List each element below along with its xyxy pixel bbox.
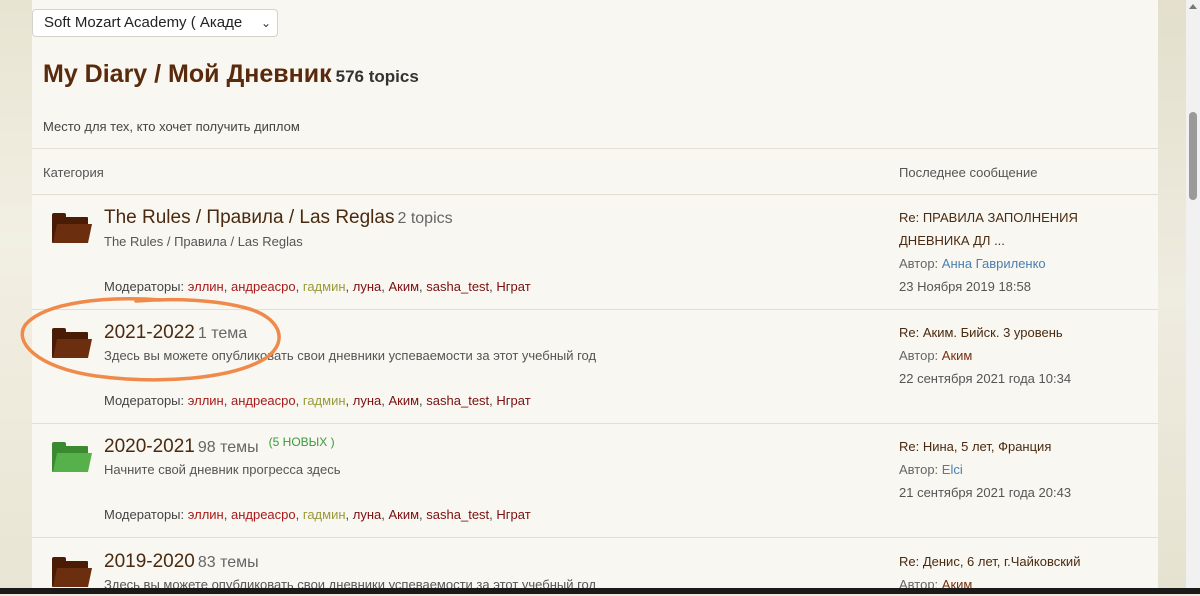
moderator-link[interactable]: луна xyxy=(353,507,382,522)
folder-new-icon xyxy=(52,442,93,472)
moderator-link[interactable]: Нграт xyxy=(496,507,530,522)
folder-icon xyxy=(52,557,93,587)
category-title[interactable]: 2021-2022 1 тема xyxy=(104,322,247,344)
page-background-left xyxy=(0,0,32,594)
moderators-line: Модераторы: эллин, андреасро, гадмин, лу… xyxy=(104,279,531,294)
new-topics-badge[interactable]: (5 НОВЫХ ) xyxy=(269,435,335,449)
bottom-edge-bar xyxy=(0,588,1200,594)
forum-jump-select[interactable]: Soft Mozart Academy ( Акаде ⌄ xyxy=(32,9,278,37)
category-description: Здесь вы можете опубликовать свои дневни… xyxy=(104,348,597,363)
last-post: Re: Нина, 5 лет, Франция Автор: Elci 21 … xyxy=(899,435,1099,504)
category-title[interactable]: 2020-2021 98 темы (5 НОВЫХ ) xyxy=(104,435,335,458)
page-background-right xyxy=(1158,0,1186,594)
category-topic-count: 1 тема xyxy=(197,325,248,342)
last-post: Re: Аким. Бийск. 3 уровень Автор: Аким 2… xyxy=(899,321,1099,390)
category-title[interactable]: The Rules / Правила / Las Reglas 2 topics xyxy=(104,207,453,229)
scroll-up-arrow-icon[interactable] xyxy=(1189,4,1197,9)
moderator-link[interactable]: эллин xyxy=(188,279,224,294)
folder-icon xyxy=(52,213,93,243)
moderator-link[interactable]: эллин xyxy=(188,393,224,408)
moderator-link[interactable]: эллин xyxy=(188,507,224,522)
moderator-link[interactable]: луна xyxy=(353,279,382,294)
moderator-link[interactable]: Аким xyxy=(388,507,419,522)
moderator-link[interactable]: sasha_test xyxy=(426,507,489,522)
scrollbar-thumb[interactable] xyxy=(1189,112,1197,200)
moderator-link[interactable]: гадмин xyxy=(303,279,346,294)
forum-select-value: Soft Mozart Academy ( Акаде xyxy=(44,14,243,31)
header-last-post: Последнее сообщение xyxy=(899,165,1038,180)
moderator-link[interactable]: андреасро xyxy=(231,393,296,408)
moderator-link[interactable]: sasha_test xyxy=(426,279,489,294)
category-topic-count: 98 темы xyxy=(197,439,259,456)
page-title-text: My Diary / Мой Дневник xyxy=(43,60,332,88)
last-post-title[interactable]: Re: Аким. Бийск. 3 уровень xyxy=(899,321,1099,344)
category-title[interactable]: 2019-2020 83 темы xyxy=(104,551,259,573)
category-description: The Rules / Правила / Las Reglas xyxy=(104,234,303,249)
moderator-link[interactable]: Аким xyxy=(388,393,419,408)
category-topic-count: 2 topics xyxy=(397,210,453,227)
header-category: Категория xyxy=(43,165,104,180)
page-title: My Diary / Мой Дневник 576 topics xyxy=(43,60,419,89)
last-post-date: 23 Ноября 2019 18:58 xyxy=(899,279,1031,294)
moderators-line: Модераторы: эллин, андреасро, гадмин, лу… xyxy=(104,507,531,522)
last-post-title[interactable]: Re: ПРАВИЛА ЗАПОЛНЕНИЯ ДНЕВНИКА ДЛ ... xyxy=(899,206,1099,252)
category-topic-count: 83 темы xyxy=(197,554,259,571)
page-description: Место для тех, кто хочет получить диплом xyxy=(43,119,300,134)
last-post-author[interactable]: Elci xyxy=(942,462,963,477)
vertical-scrollbar[interactable] xyxy=(1186,0,1200,594)
moderator-link[interactable]: луна xyxy=(353,393,382,408)
last-post-date: 21 сентября 2021 года 20:43 xyxy=(899,485,1072,500)
last-post-author[interactable]: Анна Гавриленко xyxy=(942,256,1046,271)
last-post-title[interactable]: Re: Нина, 5 лет, Франция xyxy=(899,435,1099,458)
last-post-author[interactable]: Аким xyxy=(942,348,973,363)
category-description: Начните свой дневник прогресса здесь xyxy=(104,462,341,477)
moderator-link[interactable]: sasha_test xyxy=(426,393,489,408)
moderator-link[interactable]: андреасро xyxy=(231,507,296,522)
moderator-link[interactable]: гадмин xyxy=(303,507,346,522)
folder-icon xyxy=(52,328,93,358)
last-post: Re: ПРАВИЛА ЗАПОЛНЕНИЯ ДНЕВНИКА ДЛ ... Ав… xyxy=(899,206,1099,298)
moderators-line: Модераторы: эллин, андреасро, гадмин, лу… xyxy=(104,393,531,408)
moderator-link[interactable]: Аким xyxy=(388,279,419,294)
topics-count: 576 topics xyxy=(335,67,419,86)
last-post-date: 22 сентября 2021 года 10:34 xyxy=(899,371,1072,386)
moderator-link[interactable]: Нграт xyxy=(496,393,530,408)
chevron-down-icon: ⌄ xyxy=(260,16,271,30)
moderator-link[interactable]: андреасро xyxy=(231,279,296,294)
last-post-title[interactable]: Re: Денис, 6 лет, г.Чайковский xyxy=(899,550,1099,573)
moderator-link[interactable]: гадмин xyxy=(303,393,346,408)
moderator-link[interactable]: Нграт xyxy=(496,279,530,294)
